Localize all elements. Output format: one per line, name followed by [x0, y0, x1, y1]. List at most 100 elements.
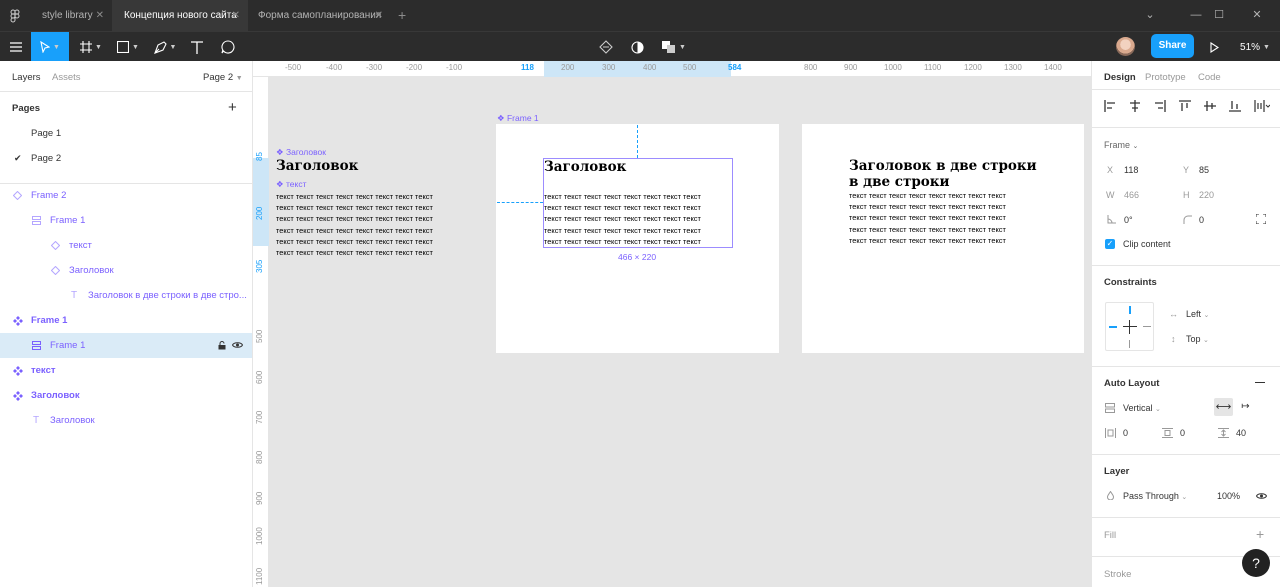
corner-radius-input[interactable]: 0 [1199, 215, 1204, 225]
x-input[interactable]: 118 [1124, 165, 1138, 175]
boolean-button[interactable]: ▼ [659, 32, 689, 62]
component-icon [13, 366, 23, 376]
heading-component[interactable]: Заголовок [276, 158, 358, 174]
blend-mode-dropdown[interactable]: Pass Through ⌄ [1123, 491, 1187, 501]
horizontal-padding-input[interactable]: 0 [1123, 428, 1128, 438]
new-tab-plus-icon[interactable]: + [398, 7, 406, 23]
ruler-tick-label: 118 [521, 63, 534, 72]
frame-type-dropdown[interactable]: Frame ⌄ [1104, 140, 1138, 150]
align-center-horizontal-icon[interactable] [1129, 100, 1141, 112]
pages-title: Pages [12, 103, 40, 114]
size-badge: 466 × 220 [618, 252, 657, 262]
main-menu-icon[interactable] [0, 32, 31, 62]
close-icon[interactable]: ✕ [96, 0, 104, 31]
tab-site-concept[interactable]: Концепция нового сайта ✕ [112, 0, 248, 31]
pen-icon [153, 40, 167, 54]
canvas[interactable]: -500 -400 -300 -200 -100 118 200 300 400 500 584 80… [253, 61, 1091, 587]
fixed-width-toggle[interactable]: ↦ [1236, 398, 1255, 416]
clip-content-checkbox[interactable]: ✓ [1105, 239, 1115, 249]
chevron-down-icon[interactable]: ⌄ [1127, 0, 1173, 31]
text-component-block[interactable]: текст текст текст текст текст текст текс… [276, 191, 433, 258]
shape-tool-button[interactable]: ▼ [113, 32, 143, 62]
chevron-down-icon: ▼ [235, 75, 243, 82]
align-left-icon[interactable] [1104, 100, 1116, 112]
corner-radius-icon [1183, 215, 1192, 224]
eye-icon[interactable] [1256, 492, 1267, 500]
independent-corners-icon[interactable] [1256, 214, 1266, 224]
selected-auto-layout-frame[interactable]: Заголовок текст текст текст текст текст … [543, 158, 733, 248]
page-selector[interactable]: Page 2 ▼ [203, 72, 243, 83]
layer-item[interactable]: T Заголовок [0, 408, 252, 433]
unlock-icon[interactable] [218, 341, 227, 350]
figma-logo-icon[interactable] [10, 9, 20, 26]
align-bottom-icon[interactable] [1229, 100, 1241, 112]
layer-item[interactable]: Frame 1 [0, 308, 252, 333]
constraint-top-marker[interactable] [1129, 306, 1131, 314]
constraint-right-marker[interactable] [1143, 326, 1151, 327]
help-button[interactable]: ? [1242, 549, 1270, 577]
mask-button[interactable] [627, 32, 647, 62]
remove-auto-layout-icon[interactable] [1255, 382, 1265, 383]
add-page-plus-icon[interactable]: + [228, 99, 237, 116]
tab-code[interactable]: Code [1198, 72, 1221, 83]
layer-item[interactable]: Заголовок [0, 258, 252, 283]
frame-name-label[interactable]: ❖ Frame 1 [497, 113, 539, 124]
constraint-horizontal-dropdown[interactable]: Left ⌄ [1186, 309, 1209, 319]
zoom-dropdown[interactable]: 51% ▼ [1236, 32, 1274, 62]
component-swap-button[interactable] [596, 32, 616, 62]
page-item[interactable]: ✔ Page 2 [0, 146, 252, 171]
comment-tool-button[interactable] [217, 32, 239, 62]
tab-self-planning-form[interactable]: Форма самопланирования ✕ [246, 0, 391, 31]
tab-assets[interactable]: Assets [52, 72, 81, 83]
ruler-tick-label: 584 [728, 63, 742, 72]
text-tool-button[interactable] [186, 32, 208, 62]
h-input[interactable]: 220 [1199, 190, 1214, 200]
avatar[interactable] [1116, 37, 1135, 56]
layer-item[interactable]: текст [0, 233, 252, 258]
distribute-icon[interactable] [1254, 100, 1270, 112]
y-input[interactable]: 85 [1199, 165, 1209, 175]
w-label: W [1106, 190, 1115, 200]
rotation-icon [1107, 215, 1116, 224]
close-icon[interactable]: ✕ [375, 0, 383, 31]
spacing-guide-vertical [637, 125, 638, 158]
tab-prototype[interactable]: Prototype [1145, 72, 1186, 83]
rotation-input[interactable]: 0° [1124, 215, 1133, 225]
direction-dropdown[interactable]: Vertical ⌄ [1123, 403, 1161, 413]
layer-item[interactable]: Frame 1 [0, 208, 252, 233]
w-input[interactable]: 466 [1124, 190, 1139, 200]
constraints-widget[interactable] [1105, 302, 1154, 351]
pen-tool-button[interactable]: ▼ [150, 32, 180, 62]
share-button[interactable]: Share [1151, 34, 1194, 58]
layer-item[interactable]: Заголовок [0, 383, 252, 408]
constraint-left-marker[interactable] [1109, 326, 1117, 328]
eye-icon[interactable] [232, 341, 243, 349]
frame-tool-button[interactable]: ▼ [76, 32, 106, 62]
hug-width-toggle[interactable]: ⟷ [1214, 398, 1233, 416]
vertical-padding-input[interactable]: 0 [1180, 428, 1185, 438]
layer-item[interactable]: Frame 2 [0, 183, 252, 208]
item-spacing-input[interactable]: 40 [1236, 428, 1246, 438]
present-button[interactable] [1204, 32, 1224, 62]
constraint-bottom-marker[interactable] [1129, 340, 1130, 348]
close-icon[interactable]: ✕ [232, 0, 240, 31]
align-right-icon[interactable] [1154, 100, 1166, 112]
tab-design[interactable]: Design [1104, 72, 1136, 83]
component-label-heading[interactable]: ❖ Заголовок [276, 147, 326, 158]
align-center-vertical-icon[interactable] [1204, 100, 1216, 112]
opacity-input[interactable]: 100% [1217, 491, 1240, 501]
component-label-text[interactable]: ❖ текст [276, 179, 306, 190]
tab-style-library[interactable]: style library ✕ [30, 0, 112, 31]
align-top-icon[interactable] [1179, 100, 1191, 112]
add-fill-plus-icon[interactable]: + [1256, 526, 1264, 542]
layer-item[interactable]: T Заголовок в две строки в две стро... [0, 283, 252, 308]
cursor-icon [40, 41, 51, 53]
constraint-vertical-dropdown[interactable]: Top ⌄ [1186, 334, 1209, 344]
tab-layers[interactable]: Layers [12, 72, 41, 83]
page-item[interactable]: Page 1 [0, 121, 252, 146]
layer-item[interactable]: текст [0, 358, 252, 383]
move-tool-button[interactable]: ▼ [31, 32, 69, 62]
window-close-icon[interactable]: ✕ [1234, 0, 1280, 31]
layer-item-selected[interactable]: Frame 1 [0, 333, 252, 358]
frame-2[interactable]: Заголовок в две строки в две строки текс… [802, 124, 1084, 353]
